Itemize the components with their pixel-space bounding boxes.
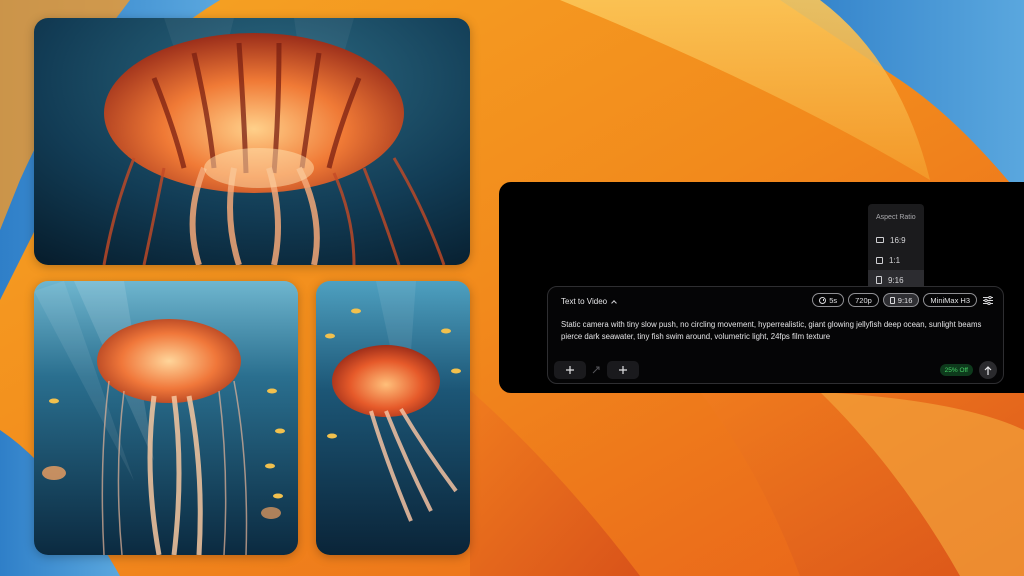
- discount-badge: 25% Off: [939, 364, 973, 376]
- sliders-icon-glyph: [983, 295, 993, 305]
- aspect-option-16-9[interactable]: 16:9: [868, 230, 924, 250]
- jellyfish-image-tall: [34, 281, 298, 555]
- duration-chip[interactable]: 5s: [812, 293, 845, 307]
- swap-icon[interactable]: [592, 366, 600, 374]
- aspect-option-1-1[interactable]: 1:1: [868, 250, 924, 270]
- model-chip[interactable]: MiniMax H3: [923, 293, 977, 307]
- clock-icon: [819, 296, 827, 304]
- mode-dropdown[interactable]: Text to Video: [561, 297, 617, 306]
- generated-image-tall[interactable]: [34, 281, 298, 555]
- prompt-composer: Text to Video 5s 720p 9:16 MiniMax H3 St…: [547, 286, 1004, 384]
- portrait-ratio-icon: [876, 276, 882, 284]
- resolution-value: 720p: [855, 295, 872, 305]
- mode-label: Text to Video: [561, 297, 608, 306]
- jellyfish-image-wide: [34, 18, 470, 265]
- resolution-chip[interactable]: 720p: [848, 293, 879, 307]
- duration-value: 5s: [829, 295, 838, 305]
- aspect-ratio-menu: Aspect Ratio 16:9 1:1 9:16: [868, 204, 924, 290]
- model-value: MiniMax H3: [930, 295, 970, 305]
- landscape-ratio-icon: [876, 237, 884, 243]
- settings-chips: 5s 720p 9:16 MiniMax H3: [812, 293, 995, 307]
- plus-icon: [566, 366, 574, 374]
- plus-icon: [619, 366, 627, 374]
- generated-image-narrow[interactable]: [316, 281, 470, 555]
- square-ratio-icon: [876, 256, 883, 264]
- jellyfish-image-narrow: [316, 281, 470, 555]
- generate-button[interactable]: [979, 361, 997, 379]
- generated-image-wide[interactable]: [34, 18, 470, 265]
- portrait-ratio-icon: [889, 296, 895, 304]
- chevron-up-icon: [611, 299, 617, 306]
- aspect-option-label: 16:9: [890, 235, 906, 245]
- aspect-ratio-value: 9:16: [897, 295, 913, 305]
- settings-sliders-icon[interactable]: [981, 293, 995, 307]
- aspect-ratio-chip[interactable]: 9:16: [882, 293, 920, 307]
- aspect-option-label: 1:1: [889, 255, 901, 265]
- arrow-up-icon: [984, 365, 992, 375]
- add-start-frame-button[interactable]: [554, 361, 586, 379]
- swap-arrows-glyph: [592, 366, 600, 374]
- aspect-ratio-menu-title: Aspect Ratio: [876, 214, 916, 221]
- video-generator-panel: Aspect Ratio 16:9 1:1 9:16 Text to Video…: [499, 182, 1024, 393]
- add-end-frame-button[interactable]: [607, 361, 639, 379]
- prompt-text[interactable]: Static camera with tiny slow push, no ci…: [561, 319, 991, 342]
- aspect-option-label: 9:16: [888, 275, 904, 285]
